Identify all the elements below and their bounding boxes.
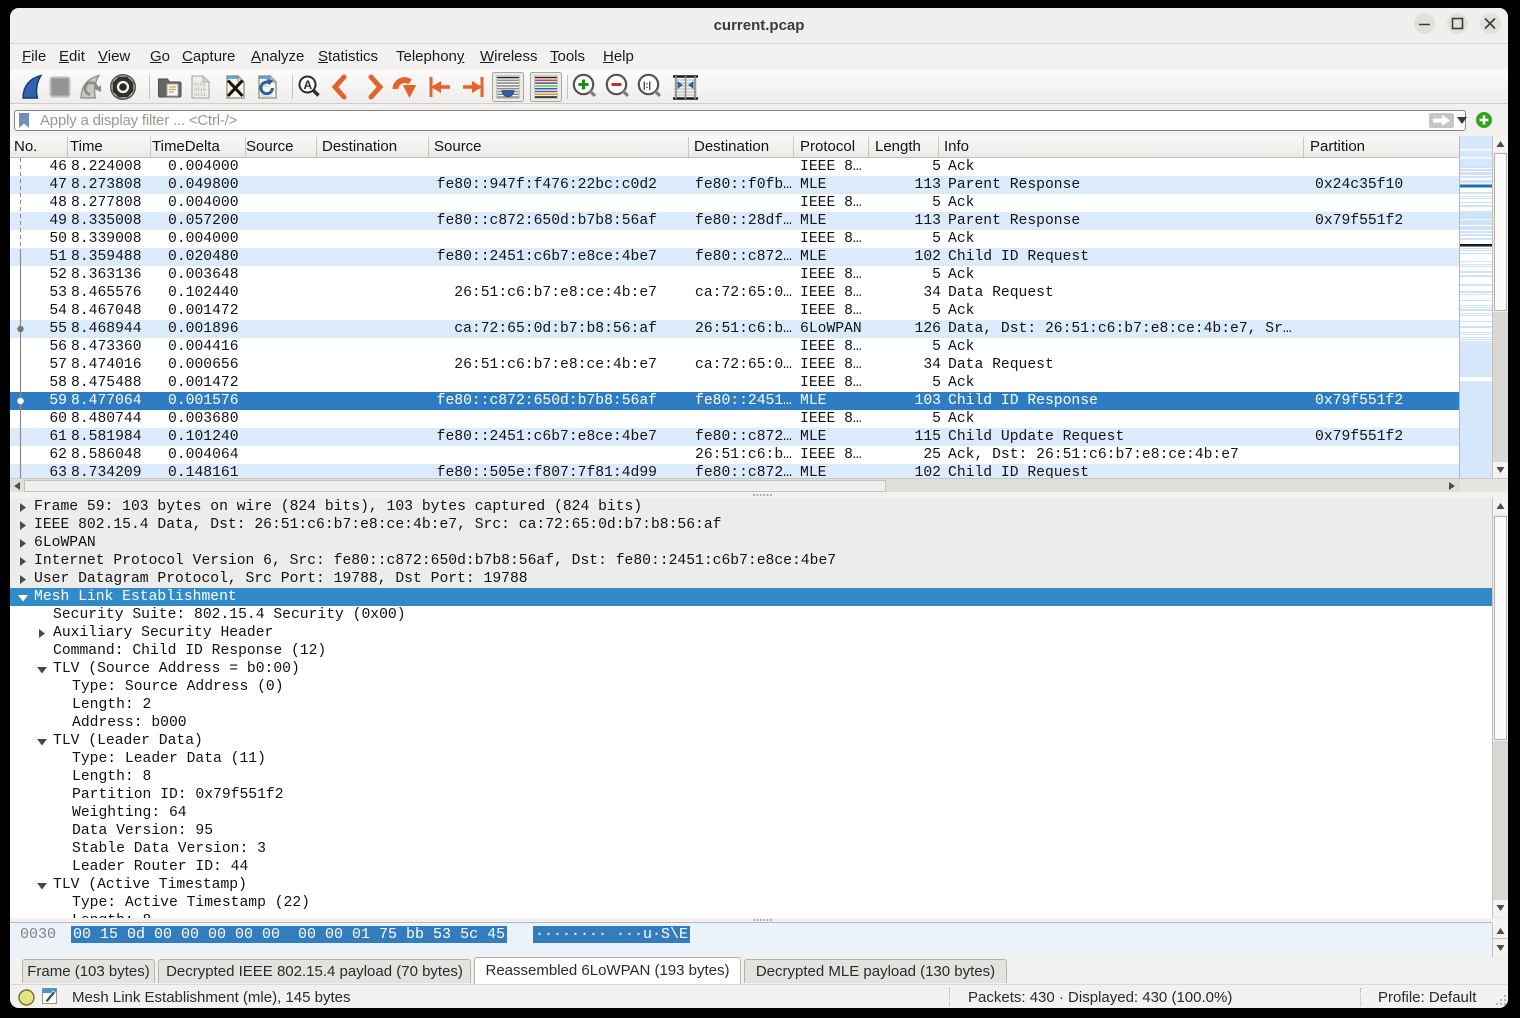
svg-text:0111: 0111 (194, 92, 206, 98)
svg-text:A: A (304, 78, 313, 92)
svg-text:|:|: |:| (643, 80, 651, 90)
